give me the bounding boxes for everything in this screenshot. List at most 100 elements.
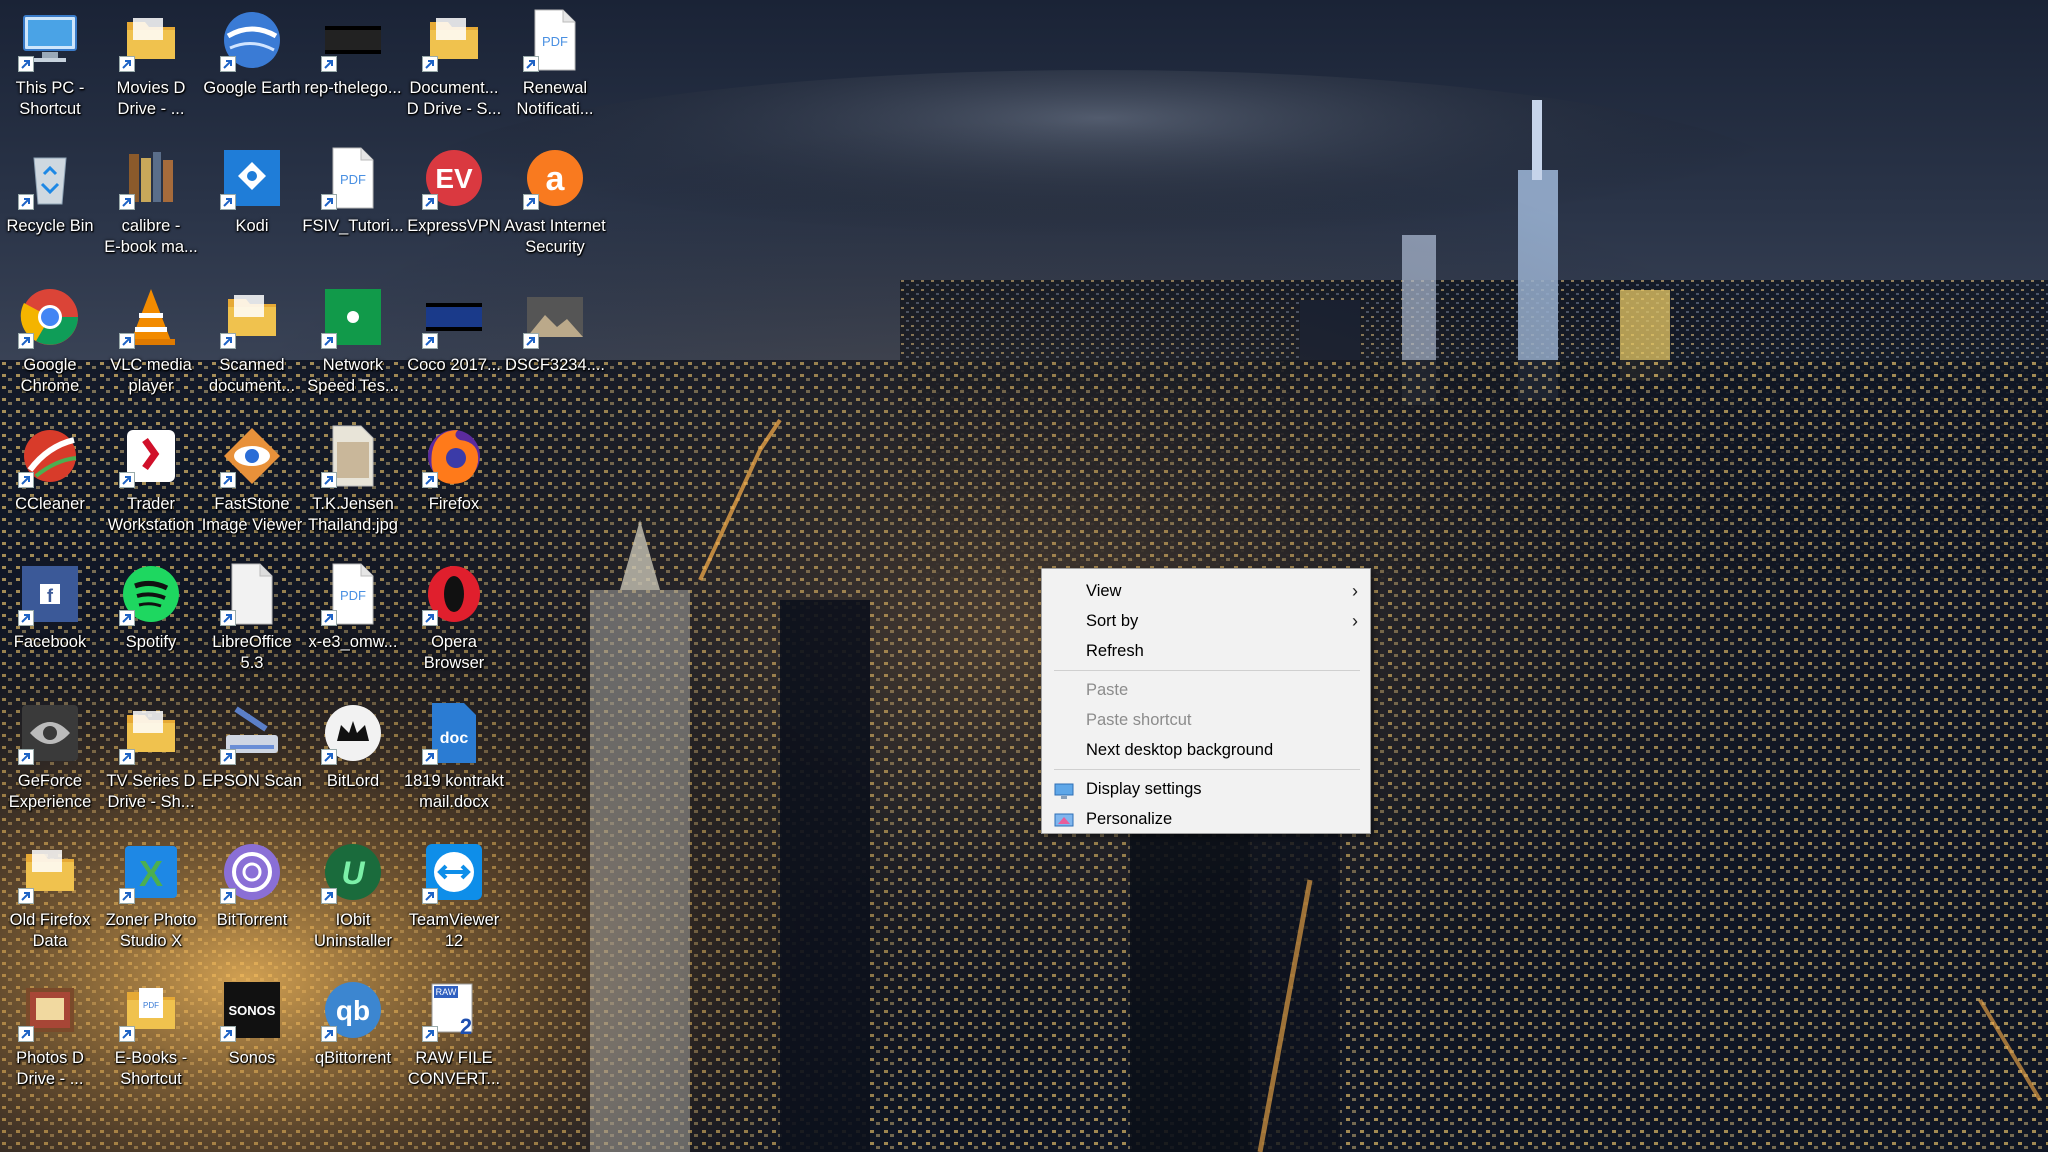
pdf-icon: PDF <box>521 6 589 74</box>
shortcut-arrow-icon <box>119 472 135 488</box>
desktop-icon-facebook[interactable]: f Facebook <box>0 554 100 690</box>
shortcut-arrow-icon <box>422 888 438 904</box>
desktop-icon-e-books-shortcut[interactable]: PDF E-Books - Shortcut <box>101 970 201 1106</box>
desktop-icon-coco-2017[interactable]: Coco 2017... <box>404 277 504 413</box>
pdf-icon: PDF <box>319 144 387 212</box>
desktop-icon-label: FSIV_Tutori... <box>302 217 404 235</box>
svg-text:PDF: PDF <box>143 1001 159 1010</box>
menu-item-label: View <box>1086 582 1122 600</box>
desktop-icon-opera[interactable]: Opera Browser <box>404 554 504 690</box>
shortcut-arrow-icon <box>321 56 337 72</box>
firefox-icon <box>420 422 488 490</box>
desktop-icon-recycle-bin[interactable]: Recycle Bin <box>0 138 100 274</box>
desktop-icon-movies-d-drive[interactable]: Movies D Drive - ... <box>101 0 201 136</box>
desktop-icon-kodi[interactable]: Kodi <box>202 138 302 274</box>
desktop-icon-label: Spotify <box>125 633 177 651</box>
desktop-icon-old-firefox-data[interactable]: Old Firefox Data <box>0 832 100 968</box>
shortcut-arrow-icon <box>119 1026 135 1042</box>
desktop-icon-avast[interactable]: a Avast Internet Security <box>504 138 606 274</box>
desktop-icon-rep-thelego[interactable]: rep-thelego... <box>303 0 403 136</box>
desktop-icon-label: DSCF3234.... <box>505 356 605 374</box>
folder-icon <box>218 283 286 351</box>
desktop-icon-libreoffice[interactable]: LibreOffice 5.3 <box>202 554 302 690</box>
desktop-icon-teamviewer[interactable]: TeamViewer 12 <box>404 832 504 968</box>
desktop-icon-dscf3234[interactable]: DSCF3234.... <box>505 277 605 413</box>
desktop-icon-scanned-documents[interactable]: Scanned document... <box>202 277 302 413</box>
menu-item-label: Personalize <box>1086 810 1173 828</box>
menu-item-display-settings[interactable]: Display settings <box>1042 774 1370 804</box>
bittorrent-icon <box>218 838 286 906</box>
shortcut-arrow-icon <box>321 1026 337 1042</box>
shortcut-arrow-icon <box>220 333 236 349</box>
desktop-icon-kontrakt-docx[interactable]: doc 1819 kontrakt mail.docx <box>404 693 504 829</box>
pdf-icon: PDF <box>319 560 387 628</box>
avast-icon: a <box>521 144 589 212</box>
shortcut-arrow-icon <box>321 472 337 488</box>
desktop-icon-firefox[interactable]: Firefox <box>404 416 504 552</box>
desktop-icon-ccleaner[interactable]: CCleaner <box>0 416 100 552</box>
desktop-icon-this-pc[interactable]: This PC - Shortcut <box>0 0 100 136</box>
desktop-icon-label: Zoner Photo Studio X <box>105 911 197 950</box>
desktop-icon-renewal-notification[interactable]: PDF Renewal Notificati... <box>505 0 605 136</box>
shortcut-arrow-icon <box>18 1026 34 1042</box>
menu-item-view[interactable]: View › <box>1042 576 1370 606</box>
menu-item-refresh[interactable]: Refresh <box>1042 636 1370 666</box>
menu-item-label: Refresh <box>1086 642 1144 660</box>
recycle-bin-icon <box>16 144 84 212</box>
menu-item-next-desktop-background[interactable]: Next desktop background <box>1042 735 1370 765</box>
desktop-icon-vlc[interactable]: VLC media player <box>101 277 201 413</box>
shortcut-arrow-icon <box>18 749 34 765</box>
shortcut-arrow-icon <box>119 194 135 210</box>
desktop-icon-raw-file-converter[interactable]: RAW 2 RAW FILE CONVERT... <box>404 970 504 1106</box>
desktop-icon-qbittorrent[interactable]: qb qBittorrent <box>303 970 403 1106</box>
desktop-icon-label: Opera Browser <box>423 633 485 672</box>
svg-text:doc: doc <box>440 730 469 747</box>
shortcut-arrow-icon <box>119 888 135 904</box>
desktop-icon-iobit-uninstaller[interactable]: U IObit Uninstaller <box>303 832 403 968</box>
shortcut-arrow-icon <box>119 610 135 626</box>
desktop-icon-zoner-photo-studio[interactable]: X Zoner Photo Studio X <box>101 832 201 968</box>
desktop-icon-epson-scan[interactable]: EPSON Scan <box>202 693 302 829</box>
desktop-icon-bitlord[interactable]: BitLord <box>303 693 403 829</box>
shortcut-arrow-icon <box>119 333 135 349</box>
desktop-icon-documents-d-drive[interactable]: Document... D Drive - S... <box>404 0 504 136</box>
desktop-icon-tv-series[interactable]: TV Series D Drive - Sh... <box>101 693 201 829</box>
desktop-icon-label: FastStone Image Viewer <box>201 495 303 534</box>
desktop-icon-trader-workstation[interactable]: Trader Workstation <box>101 416 201 552</box>
sonos-icon: SONOS <box>218 976 286 1044</box>
desktop-icon-sonos[interactable]: SONOS Sonos <box>202 970 302 1106</box>
expressvpn-icon: EV <box>420 144 488 212</box>
desktop-icon-x-e3-omw[interactable]: PDF x-e3_omw... <box>303 554 403 690</box>
menu-item-sort-by[interactable]: Sort by › <box>1042 606 1370 636</box>
desktop-icon-google-earth[interactable]: Google Earth <box>202 0 302 136</box>
desktop-icon-spotify[interactable]: Spotify <box>101 554 201 690</box>
desktop-icon-label: x-e3_omw... <box>308 633 398 651</box>
desktop-icon-google-chrome[interactable]: Google Chrome <box>0 277 100 413</box>
desktop-icon-label: 1819 kontrakt mail.docx <box>404 772 504 811</box>
desktop-icon-fsiv-tutorial[interactable]: PDF FSIV_Tutori... <box>302 138 404 274</box>
desktop-icon-network-speed-test[interactable]: Network Speed Tes... <box>303 277 403 413</box>
desktop-icon-label: Google Chrome <box>20 356 80 395</box>
folder-icon <box>16 838 84 906</box>
shortcut-arrow-icon <box>220 749 236 765</box>
shortcut-arrow-icon <box>220 1026 236 1042</box>
menu-item-personalize[interactable]: Personalize <box>1042 804 1370 834</box>
desktop-icon-faststone[interactable]: FastStone Image Viewer <box>202 416 302 552</box>
desktop-icon-tk-jensen[interactable]: T.K.Jensen Thailand.jpg <box>303 416 403 552</box>
menu-item-paste: Paste <box>1042 675 1370 705</box>
svg-text:qb: qb <box>336 995 370 1026</box>
svg-text:PDF: PDF <box>340 588 366 603</box>
svg-text:SONOS: SONOS <box>229 1003 276 1018</box>
image-file-icon <box>319 422 387 490</box>
desktop-icon-geforce-experience[interactable]: GeForce Experience <box>0 693 100 829</box>
shortcut-arrow-icon <box>18 610 34 626</box>
desktop-icon-label: VLC media player <box>110 356 192 395</box>
desktop-icon-expressvpn[interactable]: EV ExpressVPN <box>404 138 504 274</box>
desktop-icon-calibre[interactable]: calibre - E-book ma... <box>101 138 201 274</box>
svg-text:PDF: PDF <box>340 172 366 187</box>
video-thumbnail-icon <box>420 283 488 351</box>
calibre-icon <box>117 144 185 212</box>
desktop-icon-label: BitTorrent <box>216 911 288 929</box>
desktop-icon-photos-d-drive[interactable]: Photos D Drive - ... <box>0 970 100 1106</box>
desktop-icon-bittorrent[interactable]: BitTorrent <box>202 832 302 968</box>
